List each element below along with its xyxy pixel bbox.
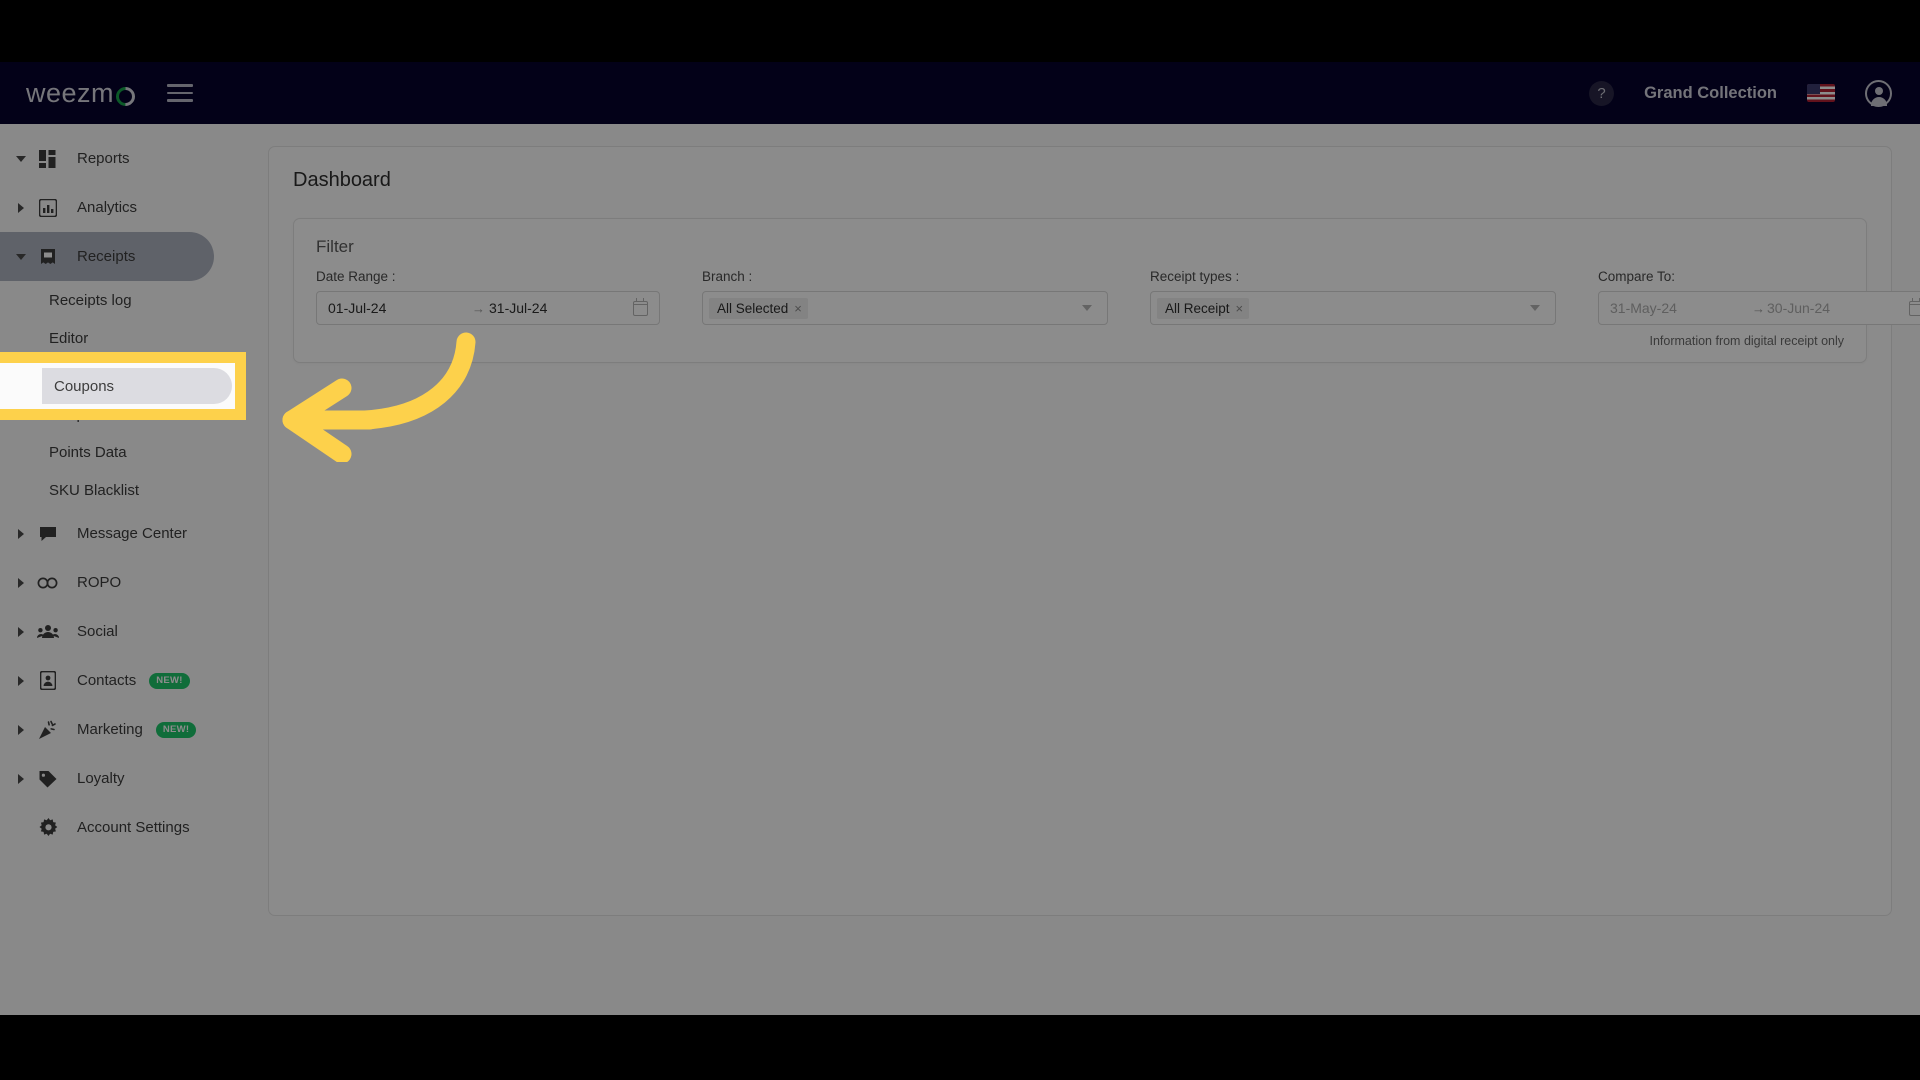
receipt-types-label: Receipt types : xyxy=(1150,269,1240,284)
calendar-icon[interactable] xyxy=(632,298,649,316)
account-avatar-icon[interactable] xyxy=(1865,79,1892,107)
compare-to-start[interactable]: 31-May-24 xyxy=(1610,300,1750,316)
megaphone-icon xyxy=(37,720,59,740)
weezmo-logo[interactable]: weezm xyxy=(26,77,139,110)
compare-to-label: Compare To: xyxy=(1598,269,1676,284)
sidebar-item-marketing[interactable]: Marketing NEW! xyxy=(0,705,226,754)
page-body: Reports Analytics Receipts Receipts log xyxy=(0,124,1920,1015)
sidebar-item-account-settings[interactable]: Account Settings xyxy=(0,803,226,852)
letterbox-bottom xyxy=(0,1015,1920,1080)
curved-left-arrow-icon xyxy=(270,332,480,467)
filter-title: Filter xyxy=(316,237,354,256)
sidebar-item-reports[interactable]: Reports xyxy=(0,134,226,183)
grid-icon xyxy=(37,149,59,168)
chevron-down-icon[interactable] xyxy=(1530,305,1540,311)
sidebar-item-label: ROPO xyxy=(77,574,122,591)
sidebar-item-message-center[interactable]: Message Center xyxy=(0,509,226,558)
chevron-down-icon[interactable] xyxy=(1082,305,1092,311)
branch-label: Branch : xyxy=(702,269,753,284)
receipt-icon xyxy=(37,248,59,266)
calendar-icon[interactable] xyxy=(1908,298,1920,316)
compare-to-end[interactable]: 30-Jun-24 xyxy=(1767,300,1907,316)
navbar-right-group: ? Grand Collection xyxy=(1589,79,1892,107)
sidebar-item-label: Receipts xyxy=(77,248,136,265)
logo-ring-icon xyxy=(112,82,139,110)
sidebar-subitem-label: Receipts log xyxy=(49,291,132,309)
chat-bubble-icon xyxy=(37,526,59,542)
browser-viewport: weezm ? Grand Collection Reports Analyti… xyxy=(0,62,1920,1015)
date-range-label: Date Range : xyxy=(316,269,396,284)
sidebar-item-label: Marketing xyxy=(77,721,143,738)
sidebar-item-receipts[interactable]: Receipts xyxy=(0,232,214,281)
date-range-group: Date Range : 01-Jul-24 → 31-Jul-24 xyxy=(316,269,660,325)
bar-chart-icon xyxy=(37,198,59,217)
sidebar-item-loyalty[interactable]: Loyalty xyxy=(0,754,226,803)
us-flag-icon[interactable] xyxy=(1807,84,1835,102)
close-icon[interactable]: × xyxy=(1236,301,1244,316)
badge-new: NEW! xyxy=(149,672,190,689)
date-range-separator: → xyxy=(472,300,485,316)
contact-card-icon xyxy=(37,671,59,690)
main-content: Dashboard Filter Date Range : 01-Jul-24 … xyxy=(240,124,1920,1015)
account-name: Grand Collection xyxy=(1644,83,1777,102)
filter-note: Information from digital receipt only xyxy=(1649,334,1844,348)
branch-group: Branch : All Selected × xyxy=(702,269,1108,325)
highlighted-coupons-item[interactable]: Coupons xyxy=(42,368,232,404)
compare-to-group: Compare To: 31-May-24 → 30-Jun-24 xyxy=(1598,269,1920,325)
receipt-types-tag-label: All Receipt xyxy=(1165,300,1230,316)
sidebar-item-ropo[interactable]: ROPO xyxy=(0,558,226,607)
filter-panel: Filter Date Range : 01-Jul-24 → 31-Jul-2… xyxy=(293,218,1920,363)
close-icon[interactable]: × xyxy=(794,301,802,316)
gear-icon xyxy=(37,818,59,837)
filter-fields-row: Date Range : 01-Jul-24 → 31-Jul-24 Branc… xyxy=(316,269,1920,325)
sidebar-subitem-receipts-log[interactable]: Receipts log xyxy=(0,281,226,319)
sidebar-item-label: Message Center xyxy=(77,525,188,542)
sidebar-item-label: Account Settings xyxy=(77,819,190,836)
sidebar-subitem-label: Editor xyxy=(49,329,89,347)
sidebar-item-contacts[interactable]: Contacts NEW! xyxy=(0,656,226,705)
sidebar-subitem-label: SKU Blacklist xyxy=(49,481,140,499)
infinity-icon xyxy=(37,576,59,590)
date-range-start[interactable]: 01-Jul-24 xyxy=(328,300,468,316)
sidebar-item-label: Social xyxy=(77,623,118,640)
tag-icon xyxy=(37,770,59,788)
letterbox-top xyxy=(0,0,1920,62)
people-icon xyxy=(37,624,59,639)
sidebar-item-label: Analytics xyxy=(77,199,138,216)
sidebar-item-label: Reports xyxy=(77,150,130,167)
receipt-types-tag: All Receipt × xyxy=(1157,297,1250,319)
receipt-types-select[interactable]: All Receipt × xyxy=(1150,291,1556,325)
branch-select[interactable]: All Selected × xyxy=(702,291,1108,325)
sidebar-item-analytics[interactable]: Analytics xyxy=(0,183,226,232)
compare-to-input[interactable]: 31-May-24 → 30-Jun-24 xyxy=(1598,291,1920,325)
help-icon[interactable]: ? xyxy=(1589,80,1615,106)
sidebar-item-label: Loyalty xyxy=(77,770,125,787)
sidebar-subitem-sku-blacklist[interactable]: SKU Blacklist xyxy=(0,471,226,509)
receipt-types-group: Receipt types : All Receipt × xyxy=(1150,269,1556,325)
sidebar-item-label: Contacts xyxy=(77,672,137,689)
branch-tag: All Selected × xyxy=(709,297,808,319)
logo-text: weezm xyxy=(26,77,115,108)
date-range-input[interactable]: 01-Jul-24 → 31-Jul-24 xyxy=(316,291,660,325)
sidebar-subitem-label: Points Data xyxy=(49,443,127,461)
sidebar-item-social[interactable]: Social xyxy=(0,607,226,656)
sidebar-subitem-points-data[interactable]: Points Data xyxy=(0,433,226,471)
hamburger-menu-icon[interactable] xyxy=(167,79,194,107)
content-card: Dashboard Filter Date Range : 01-Jul-24 … xyxy=(268,146,1920,916)
branch-tag-label: All Selected xyxy=(717,300,789,316)
date-range-end[interactable]: 31-Jul-24 xyxy=(489,300,629,316)
badge-new: NEW! xyxy=(155,721,197,738)
sidebar: Reports Analytics Receipts Receipts log xyxy=(0,124,226,1015)
top-navbar: weezm ? Grand Collection xyxy=(0,62,1920,124)
coupons-highlight-box: Coupons xyxy=(0,352,246,420)
compare-to-separator: → xyxy=(1752,300,1765,316)
page-title: Dashboard xyxy=(293,169,391,191)
